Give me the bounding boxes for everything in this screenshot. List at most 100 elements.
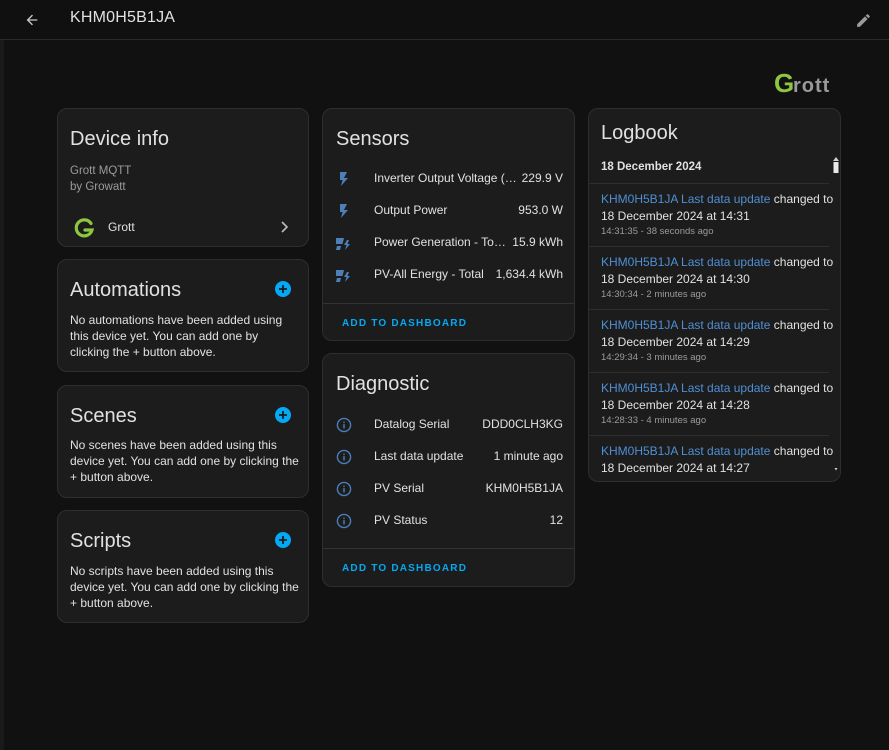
logbook-entry-time: 14:28:33 - 4 minutes ago	[601, 415, 707, 426]
entity-link[interactable]: KHM0H5B1JA Last data update	[601, 318, 770, 332]
sensor-label: PV-All Energy - Total	[374, 267, 484, 281]
info-icon	[335, 512, 353, 530]
sensor-label: Output Power	[374, 203, 448, 217]
logbook-entry-value: 18 December 2024 at 14:30	[601, 272, 750, 286]
chevron-right-icon	[281, 221, 289, 233]
diagnostic-row[interactable]: Datalog Serial DDD0CLH3KG	[323, 409, 575, 441]
add-scene-button[interactable]	[275, 407, 291, 423]
automations-card: Automations No automations have been add…	[57, 259, 309, 372]
card-title: Sensors	[336, 128, 410, 150]
logbook-entry-time: 14:31:35 - 38 seconds ago	[601, 226, 714, 237]
card-title: Diagnostic	[336, 373, 430, 395]
back-button[interactable]	[18, 6, 46, 34]
logbook-entry-line: KHM0H5B1JA Last data update changed to	[601, 443, 833, 459]
integration-row[interactable]: Grott	[58, 209, 308, 245]
add-script-button[interactable]	[275, 532, 291, 548]
logbook-entry-line: KHM0H5B1JA Last data update changed to	[601, 380, 833, 396]
sensor-value: 1,634.4 kWh	[495, 267, 563, 281]
flash-icon	[335, 202, 353, 220]
logbook-entry-value: 18 December 2024 at 14:27	[601, 461, 750, 475]
logbook-date-header: 18 December 2024	[601, 161, 702, 173]
edit-button[interactable]	[849, 6, 877, 34]
diagnostic-row[interactable]: PV Serial KHM0H5B1JA	[323, 473, 575, 505]
scenes-card: Scenes No scenes have been added using t…	[57, 385, 309, 498]
card-title: Scenes	[70, 405, 137, 427]
empty-state-text: No scenes have been added using this dev…	[70, 438, 299, 484]
grott-logo-icon	[74, 218, 95, 238]
logbook-scrollbar[interactable]	[832, 157, 840, 477]
logbook-entry: KHM0H5B1JA Last data update changed to 1…	[589, 246, 833, 309]
sensor-row[interactable]: Inverter Output Voltage (Si... 229.9 V	[323, 163, 575, 195]
changed-text: changed to	[773, 444, 834, 458]
card-title: Logbook	[601, 122, 678, 144]
logbook-entry-time: 14:30:34 - 2 minutes ago	[601, 289, 707, 300]
logbook-entry-line: KHM0H5B1JA Last data update changed to	[601, 317, 833, 333]
sensor-label: Power Generation - Toda...	[374, 235, 510, 249]
svg-text:G: G	[774, 68, 794, 98]
entity-link[interactable]: KHM0H5B1JA Last data update	[601, 255, 770, 269]
logbook-entry-value: 18 December 2024 at 14:29	[601, 335, 750, 349]
logbook-entry-line: KHM0H5B1JA Last data update changed to	[601, 254, 833, 270]
entity-link[interactable]: KHM0H5B1JA Last data update	[601, 444, 770, 458]
solar-power-icon	[335, 234, 353, 252]
page-title: KHM0H5B1JA	[70, 9, 176, 26]
add-to-dashboard-button[interactable]: ADD TO DASHBOARD	[342, 318, 467, 329]
logbook-entry-line: KHM0H5B1JA Last data update changed to	[601, 191, 833, 207]
logbook-entry: KHM0H5B1JA Last data update changed to 1…	[589, 183, 833, 246]
sensor-value: 15.9 kWh	[512, 235, 563, 249]
sensors-card: Sensors Inverter Output Voltage (Si... 2…	[322, 108, 575, 341]
card-title: Automations	[70, 279, 182, 301]
empty-state-text: No scripts have been added using this de…	[70, 564, 299, 610]
changed-text: changed to	[773, 255, 834, 269]
logbook-entry: KHM0H5B1JA Last data update changed to 1…	[589, 435, 833, 481]
device-manufacturer: by Growatt	[70, 181, 126, 193]
changed-text: changed to	[773, 318, 834, 332]
logbook-entry-value: 18 December 2024 at 14:28	[601, 398, 750, 412]
entity-link[interactable]: KHM0H5B1JA Last data update	[601, 381, 770, 395]
diagnostic-value: DDD0CLH3KG	[482, 417, 563, 431]
entity-link[interactable]: KHM0H5B1JA Last data update	[601, 192, 770, 206]
logbook-entry-value: 18 December 2024 at 14:31	[601, 209, 750, 223]
diagnostic-row[interactable]: Last data update 1 minute ago	[323, 441, 575, 473]
sensor-label: Inverter Output Voltage (Si...	[374, 171, 519, 185]
info-icon	[335, 416, 353, 434]
logbook-entry: KHM0H5B1JA Last data update changed to 1…	[589, 372, 833, 435]
diagnostic-value: KHM0H5B1JA	[485, 481, 563, 495]
sensor-value: 953.0 W	[518, 203, 563, 217]
card-title: Scripts	[70, 530, 132, 552]
logbook-card: Logbook 18 December 2024 KHM0H5B1JA Last…	[588, 108, 841, 482]
plus-icon	[279, 411, 287, 419]
sensor-row[interactable]: Output Power 953.0 W	[323, 195, 575, 227]
solar-power-icon	[335, 266, 353, 284]
flash-icon	[335, 170, 353, 188]
card-divider	[323, 548, 574, 549]
brand-logo: G rott	[774, 68, 844, 100]
logbook-entry-time: 14:29:34 - 3 minutes ago	[601, 352, 707, 363]
diagnostic-row[interactable]: PV Status 12	[323, 505, 575, 537]
add-to-dashboard-button[interactable]: ADD TO DASHBOARD	[342, 563, 467, 574]
sensor-row[interactable]: PV-All Energy - Total 1,634.4 kWh	[323, 259, 575, 291]
svg-text:rott: rott	[793, 75, 830, 97]
integration-name: Grott	[108, 220, 135, 234]
diagnostic-label: PV Serial	[374, 481, 425, 495]
card-divider	[323, 303, 574, 304]
nav-edge	[0, 40, 4, 750]
scripts-card: Scripts No scripts have been added using…	[57, 510, 309, 623]
pencil-icon	[856, 13, 870, 27]
sensor-row[interactable]: Power Generation - Toda... 15.9 kWh	[323, 227, 575, 259]
plus-icon	[279, 285, 287, 293]
diagnostic-label: Datalog Serial	[374, 417, 450, 431]
info-icon	[335, 480, 353, 498]
add-automation-button[interactable]	[275, 281, 291, 297]
device-info-card: Device info Grott MQTT by Growatt Grott	[57, 108, 309, 247]
diagnostic-label: PV Status	[374, 513, 428, 527]
arrow-left-icon	[26, 14, 38, 26]
sensor-value: 229.9 V	[521, 171, 563, 185]
diagnostic-card: Diagnostic Datalog Serial DDD0CLH3KG Las…	[322, 353, 575, 587]
diagnostic-label: Last data update	[374, 449, 464, 463]
card-title: Device info	[70, 128, 169, 150]
device-model: Grott MQTT	[70, 165, 132, 177]
info-icon	[335, 448, 353, 466]
top-app-bar: KHM0H5B1JA	[0, 0, 889, 40]
diagnostic-value: 12	[549, 513, 563, 527]
